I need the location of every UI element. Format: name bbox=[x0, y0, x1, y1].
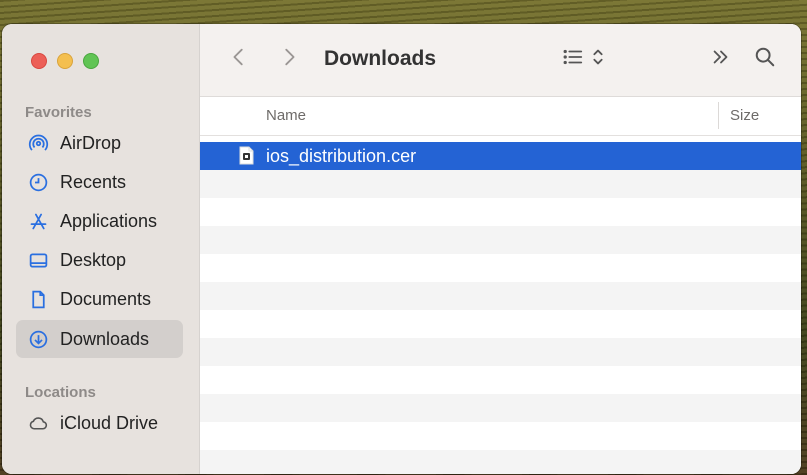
empty-row bbox=[200, 282, 801, 310]
chevron-up-down-icon bbox=[587, 46, 609, 73]
empty-row bbox=[200, 254, 801, 282]
sidebar-item-icloud-drive[interactable]: iCloud Drive bbox=[16, 404, 183, 442]
name-column-header[interactable]: Name bbox=[266, 107, 306, 124]
sidebar-item-label: AirDrop bbox=[60, 132, 122, 153]
sidebar-item-label: iCloud Drive bbox=[60, 412, 159, 433]
column-divider[interactable] bbox=[718, 102, 719, 129]
favorites-section-title: Favorites bbox=[25, 104, 92, 121]
empty-row bbox=[200, 170, 801, 198]
sidebar-item-downloads[interactable]: Downloads bbox=[16, 320, 183, 358]
chevron-right-icon bbox=[278, 46, 300, 73]
main-content: Downloads Name Size ios_distribution.cer bbox=[200, 24, 801, 474]
file-list: ios_distribution.cer bbox=[200, 142, 801, 474]
list-view-icon bbox=[562, 46, 584, 73]
minimize-button[interactable] bbox=[57, 53, 73, 69]
sidebar-item-applications[interactable]: Applications bbox=[16, 202, 183, 240]
window-title: Downloads bbox=[324, 47, 437, 70]
sidebar-item-label: Desktop bbox=[60, 249, 127, 270]
close-button[interactable] bbox=[31, 53, 47, 69]
sidebar-item-label: Downloads bbox=[60, 328, 150, 349]
cloud-icon bbox=[27, 412, 49, 434]
download-icon bbox=[27, 328, 49, 350]
document-icon bbox=[27, 288, 49, 310]
back-button[interactable] bbox=[226, 46, 252, 72]
view-options-toggle[interactable] bbox=[590, 46, 606, 72]
certificate-file-icon bbox=[239, 146, 254, 165]
more-toolbar-items-button[interactable] bbox=[708, 46, 734, 72]
sidebar-item-documents[interactable]: Documents bbox=[16, 280, 183, 318]
sidebar-item-label: Recents bbox=[60, 171, 127, 192]
size-column-header[interactable]: Size bbox=[730, 107, 759, 124]
sidebar: Favorites AirDrop Recents Applications D… bbox=[2, 24, 200, 474]
empty-row bbox=[200, 338, 801, 366]
sidebar-item-recents[interactable]: Recents bbox=[16, 163, 183, 201]
empty-row bbox=[200, 310, 801, 338]
applications-icon bbox=[27, 210, 49, 232]
forward-button[interactable] bbox=[276, 46, 302, 72]
search-icon bbox=[754, 46, 776, 73]
file-row[interactable]: ios_distribution.cer bbox=[200, 142, 801, 170]
desktop-icon bbox=[27, 249, 49, 271]
empty-row bbox=[200, 450, 801, 474]
sidebar-item-label: Applications bbox=[60, 210, 158, 231]
finder-window: Favorites AirDrop Recents Applications D… bbox=[2, 24, 801, 474]
view-options-button[interactable] bbox=[560, 46, 586, 72]
sidebar-item-airdrop[interactable]: AirDrop bbox=[16, 124, 183, 162]
clock-icon bbox=[27, 171, 49, 193]
file-name: ios_distribution.cer bbox=[266, 146, 417, 166]
empty-row bbox=[200, 394, 801, 422]
empty-row bbox=[200, 198, 801, 226]
toolbar: Downloads bbox=[200, 24, 801, 97]
window-controls bbox=[31, 53, 99, 69]
empty-row bbox=[200, 226, 801, 254]
locations-section-title: Locations bbox=[25, 384, 96, 401]
column-header: Name Size bbox=[200, 97, 801, 136]
airdrop-icon bbox=[27, 132, 49, 154]
sidebar-item-label: Documents bbox=[60, 288, 152, 309]
empty-row bbox=[200, 366, 801, 394]
empty-row bbox=[200, 422, 801, 450]
sidebar-item-desktop[interactable]: Desktop bbox=[16, 241, 183, 279]
search-button[interactable] bbox=[752, 46, 778, 72]
zoom-button[interactable] bbox=[83, 53, 99, 69]
chevron-left-icon bbox=[228, 46, 250, 73]
double-chevron-right-icon bbox=[710, 46, 732, 73]
